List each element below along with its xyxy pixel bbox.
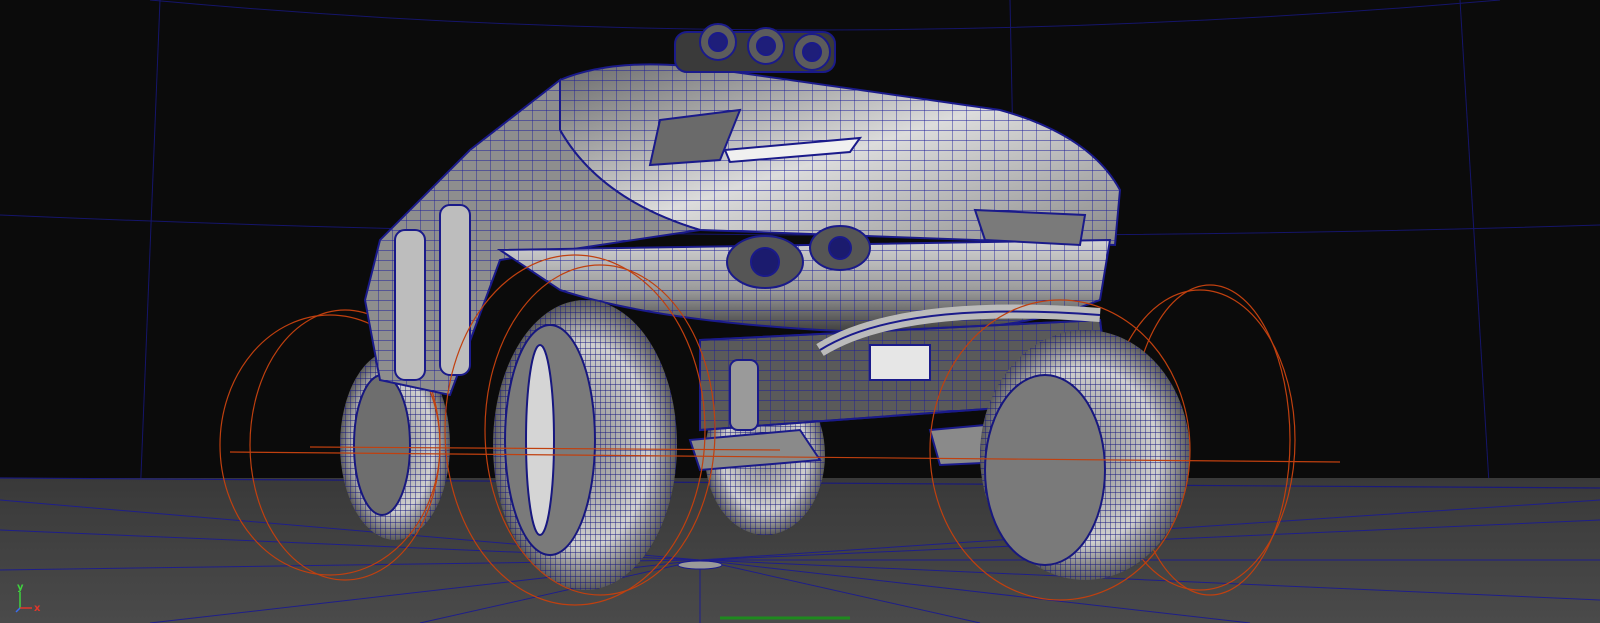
front-left-wheel[interactable] bbox=[493, 300, 677, 590]
x-axis-label: x bbox=[34, 603, 41, 614]
z-axis-line bbox=[15, 607, 21, 613]
3d-viewport[interactable]: y x bbox=[0, 0, 1600, 623]
axis-orientation-gizmo: y x bbox=[15, 582, 41, 614]
pivot-marker[interactable] bbox=[677, 560, 723, 570]
viewport-scene[interactable] bbox=[0, 0, 1600, 623]
roof-light-bar[interactable] bbox=[674, 23, 836, 73]
front-right-wheel[interactable] bbox=[980, 330, 1190, 580]
y-axis-label: y bbox=[17, 582, 24, 593]
